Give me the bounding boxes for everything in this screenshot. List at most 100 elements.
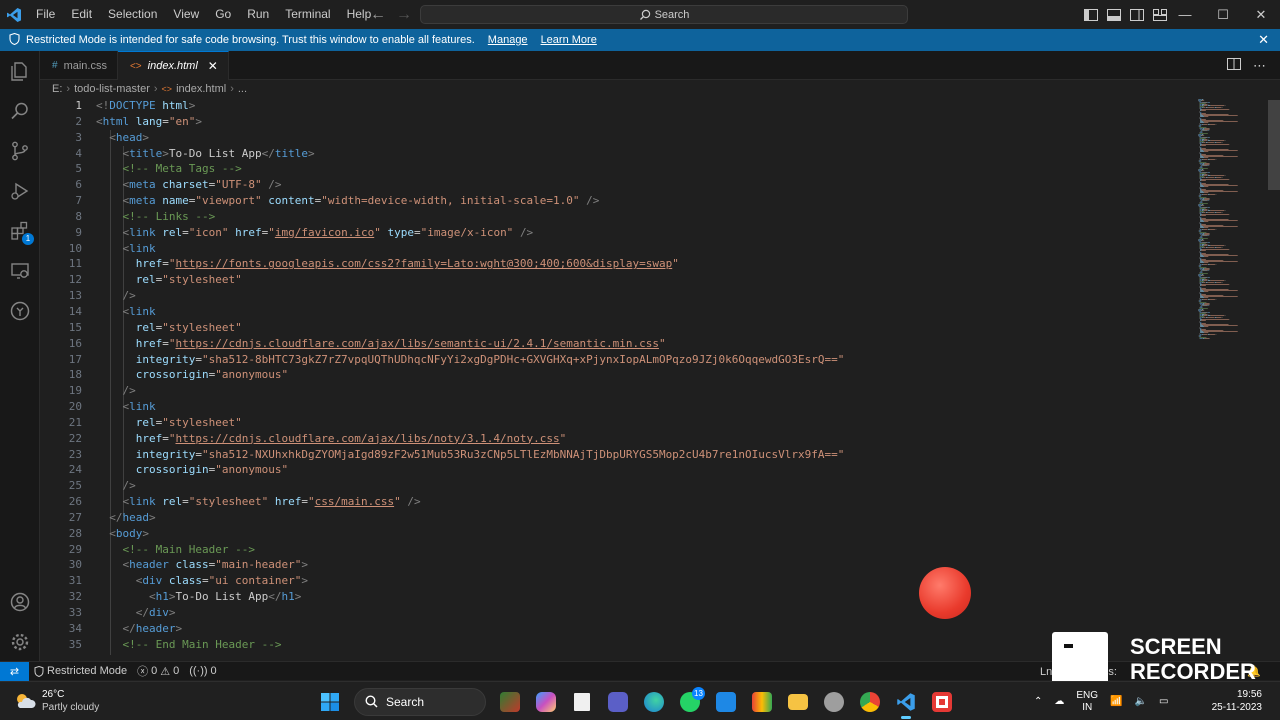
tab-main-css[interactable]: # main.css (40, 51, 118, 80)
breadcrumb-drive[interactable]: E: (52, 83, 62, 95)
code-line[interactable]: <!-- Main Header --> (96, 542, 844, 558)
restricted-mode-status[interactable]: Restricted Mode (29, 665, 132, 677)
file-explorer-taskbar-icon[interactable] (564, 682, 600, 720)
line-position[interactable]: Ln (1040, 666, 1052, 678)
menu-edit[interactable]: Edit (63, 0, 100, 29)
breadcrumb-file[interactable]: index.html (176, 83, 226, 95)
weather-widget[interactable]: 26°C Partly cloudy (14, 688, 99, 714)
copilot-icon[interactable] (528, 682, 564, 720)
wifi-icon[interactable]: 📶 (1110, 696, 1122, 707)
code-line[interactable]: </header> (96, 621, 844, 637)
close-banner-icon[interactable]: ✕ (1258, 32, 1269, 48)
code-line[interactable]: <!-- End Main Header --> (96, 637, 844, 653)
volume-icon[interactable]: 🔈 (1135, 696, 1147, 707)
code-line[interactable]: crossorigin="anonymous" (96, 367, 844, 383)
edge-icon[interactable] (636, 682, 672, 720)
account-icon[interactable] (0, 582, 40, 622)
code-line[interactable]: <link rel="icon" href="img/favicon.ico" … (96, 225, 844, 241)
code-line[interactable]: href="https://cdnjs.cloudflare.com/ajax/… (96, 336, 844, 352)
code-line[interactable]: /> (96, 288, 844, 304)
more-actions-icon[interactable]: ⋯ (1253, 58, 1266, 74)
manage-link[interactable]: Manage (488, 34, 528, 46)
toggle-secondary-sidebar-icon[interactable] (1128, 6, 1145, 23)
problems-status[interactable]: ⓧ 0 ⚠ 0 (132, 663, 184, 679)
learn-more-link[interactable]: Learn More (541, 34, 597, 46)
code-line[interactable]: href="https://fonts.googleapis.com/css2?… (96, 256, 844, 272)
code-editor[interactable]: 1 2 3 4 5 6 7 8 9 10 11 12 13 14 15 16 17 18 19 20 21 22 23 24 2… (40, 98, 1280, 661)
close-window-button[interactable]: ✕ (1242, 7, 1280, 23)
teams-icon[interactable] (600, 682, 636, 720)
code-line[interactable]: /> (96, 478, 844, 494)
minimize-button[interactable]: — (1166, 7, 1204, 22)
code-line[interactable]: <link (96, 399, 844, 415)
code-line[interactable]: <h1>To-Do List App</h1> (96, 589, 844, 605)
explorer-icon[interactable] (0, 51, 40, 91)
code-line[interactable]: <link (96, 241, 844, 257)
settings-icon[interactable] (816, 682, 852, 720)
chrome-icon[interactable] (852, 682, 888, 720)
code-line[interactable]: </div> (96, 605, 844, 621)
code-line[interactable]: href="https://cdnjs.cloudflare.com/ajax/… (96, 431, 844, 447)
toggle-panel-icon[interactable] (1105, 6, 1122, 23)
language-indicator[interactable]: ENG IN (1076, 690, 1098, 714)
code-line[interactable]: rel="stylesheet" (96, 272, 844, 288)
chevron-up-icon[interactable]: ⌃ (1034, 696, 1042, 707)
maximize-button[interactable]: ☐ (1204, 7, 1242, 23)
code-line[interactable]: /> (96, 383, 844, 399)
source-control-icon[interactable] (0, 131, 40, 171)
back-arrow-icon[interactable]: ← (370, 6, 386, 24)
code-line[interactable]: integrity="sha512-8bHTC73gkZ7rZ7vpqUQThU… (96, 352, 845, 368)
search-view-icon[interactable] (0, 91, 40, 131)
battery-icon[interactable]: ▭ (1159, 696, 1168, 707)
vscode-taskbar-icon[interactable] (888, 682, 924, 720)
gear-icon[interactable] (0, 622, 40, 662)
system-clock[interactable]: 19:56 25-11-2023 (1210, 688, 1262, 714)
whatsapp-icon[interactable]: 13 (672, 682, 708, 720)
menu-file[interactable]: File (28, 0, 63, 29)
code-line[interactable]: <!-- Links --> (96, 209, 844, 225)
tab-index-html[interactable]: <> index.html ✕ (117, 51, 229, 80)
remote-explorer-icon[interactable] (0, 251, 40, 291)
code-line[interactable]: <link (96, 304, 844, 320)
code-line[interactable]: rel="stylesheet" (96, 320, 844, 336)
record-button[interactable] (919, 567, 971, 619)
widgets-icon[interactable] (492, 682, 528, 720)
code-line[interactable]: rel="stylesheet" (96, 415, 844, 431)
code-line[interactable]: <html lang="en"> (96, 114, 844, 130)
screen-recorder-taskbar-icon[interactable] (924, 682, 960, 720)
code-line[interactable]: <link rel="stylesheet" href="css/main.cs… (96, 494, 844, 510)
remote-indicator-icon[interactable]: ⇄ (0, 661, 29, 681)
extensions-icon[interactable]: 1 (0, 211, 40, 251)
code-line[interactable]: <meta name="viewport" content="width=dev… (96, 193, 844, 209)
code-line[interactable]: <!-- Meta Tags --> (96, 161, 844, 177)
breadcrumb-folder[interactable]: todo-list-master (74, 83, 150, 95)
menu-run[interactable]: Run (239, 0, 277, 29)
taskbar-search[interactable]: Search (354, 687, 486, 716)
code-line[interactable]: <div class="ui container"> (96, 573, 844, 589)
code-line[interactable]: <head> (96, 130, 844, 146)
menu-go[interactable]: Go (207, 0, 239, 29)
run-debug-icon[interactable] (0, 171, 40, 211)
menu-selection[interactable]: Selection (100, 0, 165, 29)
gmail-icon[interactable] (744, 682, 780, 720)
ports-status[interactable]: ((·)) 0 (184, 665, 221, 677)
forward-arrow-icon[interactable]: → (396, 6, 412, 24)
split-editor-icon[interactable] (1227, 58, 1241, 73)
code-line[interactable]: <body> (96, 526, 844, 542)
code-line[interactable]: integrity="sha512-NXUhxhkDgZYOMjaIgd89zF… (96, 447, 845, 463)
scrollbar-thumb[interactable] (1268, 100, 1280, 190)
code-line[interactable]: <meta charset="UTF-8" /> (96, 177, 844, 193)
code-line[interactable]: crossorigin="anonymous" (96, 462, 844, 478)
code-line[interactable]: <!DOCTYPE html> (96, 98, 844, 114)
menu-terminal[interactable]: Terminal (277, 0, 338, 29)
onedrive-cloud-icon[interactable]: ☁ (1054, 696, 1064, 707)
code-line[interactable]: <header class="main-header"> (96, 557, 844, 573)
menu-view[interactable]: View (165, 0, 207, 29)
windows-start-icon[interactable] (312, 682, 348, 720)
code-content[interactable]: <!DOCTYPE html> <html lang="en"> <head> <… (96, 98, 844, 653)
minimap[interactable] (1194, 98, 1268, 348)
breadcrumb-more[interactable]: ... (238, 83, 247, 95)
code-line[interactable]: </head> (96, 510, 844, 526)
toggle-primary-sidebar-icon[interactable] (1082, 6, 1099, 23)
github-icon[interactable] (0, 291, 40, 331)
